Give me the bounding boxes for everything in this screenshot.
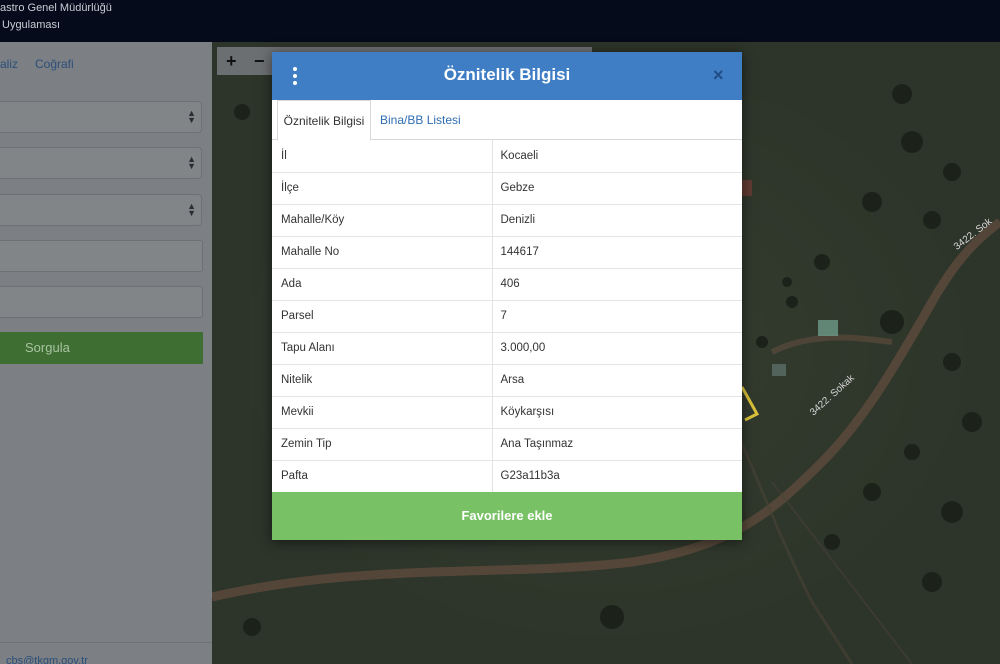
- query-button[interactable]: Sorgula: [0, 332, 203, 364]
- table-row: Zemin Tip Ana Taşınmaz: [272, 427, 742, 460]
- app-header: astro Genel Müdürlüğü Uygulaması: [0, 0, 1000, 42]
- table-row: İlçe Gebze: [272, 171, 742, 204]
- attribute-value: Denizli: [491, 203, 742, 236]
- tab-analiz[interactable]: aliz: [0, 57, 18, 71]
- table-row: Nitelik Arsa: [272, 363, 742, 396]
- attribute-value: Arsa: [491, 363, 742, 396]
- attribute-table: İl Kocaeli İlçe Gebze Mahalle/Köy Denizli Maha…: [272, 140, 742, 492]
- panel-footer: cbs@tkgm.gov.tr: [0, 642, 212, 664]
- attribute-value: Köykarşısı: [491, 395, 742, 428]
- district-select[interactable]: ▲ ▼: [0, 147, 202, 179]
- tab-attribute-info[interactable]: Öznitelik Bilgisi: [277, 100, 371, 141]
- attribute-value: Ana Taşınmaz: [491, 427, 742, 460]
- select-arrows-icon: ▲ ▼: [187, 154, 196, 171]
- attribute-label: Tapu Alanı: [272, 331, 492, 364]
- attribute-label: Mevkii: [272, 395, 492, 428]
- table-row: İl Kocaeli: [272, 140, 742, 172]
- app-name: Uygulaması: [2, 19, 61, 31]
- table-row: Parsel 7: [272, 299, 742, 332]
- attribute-label: İl: [281, 149, 287, 162]
- dialog-title: Öznitelik Bilgisi: [443, 65, 571, 84]
- attribute-value: 7: [491, 299, 742, 332]
- attribute-info-dialog: Öznitelik Bilgisi × Öznitelik Bilgisi Bi…: [272, 52, 742, 540]
- attribute-label: İlçe: [272, 171, 492, 204]
- table-row: Mevkii Köykarşısı: [272, 395, 742, 428]
- attribute-value: 406: [491, 267, 742, 300]
- neighborhood-select[interactable]: ▲ ▼: [0, 194, 202, 226]
- contact-email-link[interactable]: cbs@tkgm.gov.tr: [6, 655, 88, 664]
- attribute-value: 144617: [491, 235, 742, 268]
- table-row: Ada 406: [272, 267, 742, 300]
- query-panel: aliz Coğrafi ▲ ▼ ▲ ▼ ▲ ▼ Sorgula cbs@tkgm.g…: [0, 42, 212, 664]
- attribute-label: Zemin Tip: [272, 427, 492, 460]
- select-arrows-icon: ▲ ▼: [187, 108, 196, 125]
- attribute-label: Mahalle No: [272, 235, 492, 268]
- dialog-tabs: Öznitelik Bilgisi Bina/BB Listesi: [272, 100, 742, 141]
- select-arrows-icon: ▲ ▼: [187, 201, 196, 218]
- table-row: Mahalle No 144617: [272, 235, 742, 268]
- close-icon[interactable]: ×: [713, 65, 724, 86]
- org-name: astro Genel Müdürlüğü: [0, 2, 112, 14]
- attribute-label: Nitelik: [272, 363, 492, 396]
- table-row: Pafta G23a11b3a: [272, 459, 742, 492]
- province-select[interactable]: ▲ ▼: [0, 101, 202, 133]
- attribute-label: Mahalle/Köy: [272, 203, 492, 236]
- zoom-in-button[interactable]: +: [226, 51, 237, 72]
- table-row: Mahalle/Köy Denizli: [272, 203, 742, 236]
- add-to-favorites-button[interactable]: Favorilere ekle: [272, 492, 742, 540]
- block-input[interactable]: [0, 240, 203, 272]
- attribute-value: Gebze: [491, 171, 742, 204]
- attribute-value: Kocaeli: [491, 140, 742, 172]
- attribute-value: 3.000,00: [491, 331, 742, 364]
- parcel-input[interactable]: [0, 286, 203, 318]
- dialog-header: Öznitelik Bilgisi ×: [272, 52, 742, 100]
- table-row: Tapu Alanı 3.000,00: [272, 331, 742, 364]
- tab-cografi[interactable]: Coğrafi: [35, 57, 74, 71]
- attribute-value: G23a11b3a: [491, 459, 742, 492]
- attribute-label: Pafta: [272, 459, 492, 492]
- attribute-label: Ada: [272, 267, 492, 300]
- tab-building-list[interactable]: Bina/BB Listesi: [380, 100, 461, 140]
- attribute-label: Parsel: [272, 299, 492, 332]
- zoom-out-button[interactable]: −: [254, 51, 265, 72]
